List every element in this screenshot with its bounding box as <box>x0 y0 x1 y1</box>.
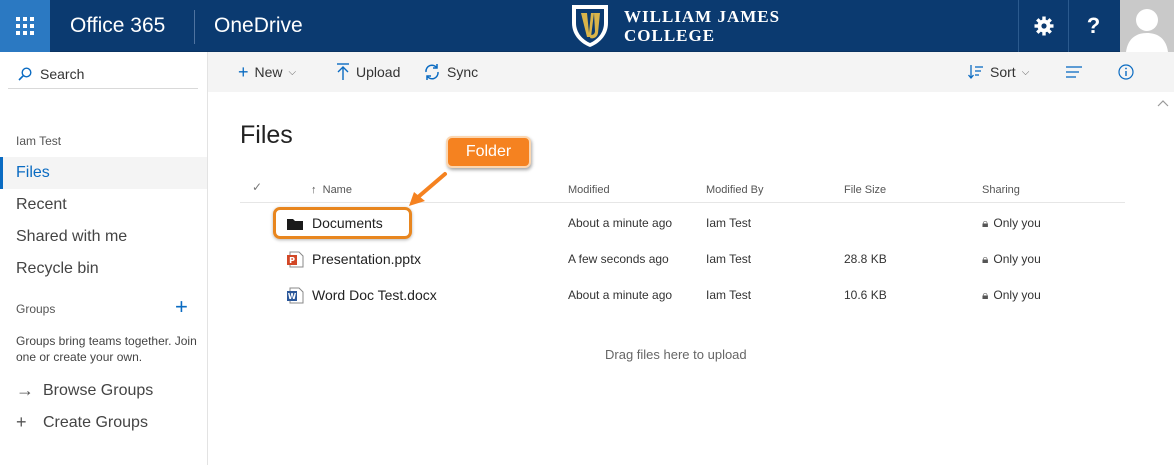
drop-zone-hint: Drag files here to upload <box>605 347 747 362</box>
user-silhouette-icon <box>1126 9 1168 52</box>
column-header-name-label: Name <box>322 184 352 196</box>
modified-by-cell: Iam Test <box>706 216 752 230</box>
sort-icon <box>968 65 983 80</box>
modified-cell: A few seconds ago <box>568 252 669 266</box>
file-size-cell: 28.8 KB <box>844 252 887 266</box>
lock-icon: 🔒︎ <box>982 287 989 302</box>
office-365-link[interactable]: Office 365 <box>70 14 165 38</box>
sharing-label: Only you <box>993 252 1041 266</box>
powerpoint-file-icon: P <box>287 251 304 268</box>
user-name: Iam Test <box>16 134 62 148</box>
lock-icon: 🔒︎ <box>982 251 989 266</box>
divider <box>194 10 195 44</box>
svg-text:W: W <box>288 292 297 301</box>
file-name[interactable]: Word Doc Test.docx <box>312 277 437 313</box>
logo-line-1: WILLIAM JAMES <box>624 7 781 26</box>
help-button[interactable]: ? <box>1068 0 1118 52</box>
search-box[interactable]: Search <box>8 59 198 89</box>
chevron-down-icon: ⌵ <box>288 66 297 78</box>
nav-item-shared-with-me[interactable]: Shared with me <box>0 221 207 253</box>
word-file-icon: W <box>287 287 304 304</box>
add-group-plus-icon[interactable]: + <box>175 296 188 318</box>
vertical-scrollbar[interactable] <box>1152 92 1174 465</box>
sharing-cell[interactable]: 🔒︎ Only you <box>982 277 1041 313</box>
sharing-cell[interactable]: 🔒︎ Only you <box>982 241 1041 277</box>
sort-label: Sort <box>990 64 1016 80</box>
sharing-cell[interactable]: 🔒︎ Only you <box>982 205 1041 241</box>
header-divider <box>240 202 1125 203</box>
shield-logo-icon <box>572 5 608 47</box>
modified-by-cell: Iam Test <box>706 288 752 302</box>
plus-icon: + <box>16 412 27 432</box>
folder-callout: Folder <box>446 136 531 168</box>
svg-text:P: P <box>289 256 295 265</box>
sync-label: Sync <box>447 64 479 80</box>
table-row[interactable]: P Presentation.pptx A few seconds ago Ia… <box>240 241 1125 277</box>
select-all-checkmark-icon[interactable]: ✓ <box>252 180 262 194</box>
nav-item-files[interactable]: Files <box>0 157 207 189</box>
table-row[interactable]: W Word Doc Test.docx About a minute ago … <box>240 277 1125 313</box>
command-bar: + New ⌵ Upload Sync Sort ⌵ <box>208 52 1174 92</box>
left-navigation: Search Iam Test Files Recent Shared with… <box>0 52 208 465</box>
modified-cell: About a minute ago <box>568 288 673 302</box>
file-size-cell: 10.6 KB <box>844 288 887 302</box>
info-pane-button[interactable] <box>1118 52 1134 92</box>
arrow-right-icon: → <box>16 380 34 400</box>
groups-description: Groups bring teams together. Join one or… <box>16 334 197 364</box>
top-bar: Office 365 OneDrive WILLIAM JAMES COLLEG… <box>0 0 1174 52</box>
info-icon <box>1118 64 1134 80</box>
folder-highlight-box <box>273 207 412 239</box>
column-header-modified-by[interactable]: Modified By <box>706 184 763 196</box>
list-view-icon <box>1066 66 1082 78</box>
view-options-button[interactable] <box>1066 52 1082 92</box>
lock-icon: 🔒︎ <box>982 215 989 230</box>
column-header-modified[interactable]: Modified <box>568 184 610 196</box>
settings-button[interactable] <box>1018 0 1068 52</box>
upload-button[interactable]: Upload <box>336 52 400 92</box>
nav-item-recycle-bin[interactable]: Recycle bin <box>0 253 207 285</box>
create-groups-label: Create Groups <box>43 413 148 431</box>
sharing-label: Only you <box>993 216 1041 230</box>
modified-by-cell: Iam Test <box>706 252 752 266</box>
new-button[interactable]: + New ⌵ <box>238 52 296 92</box>
search-label: Search <box>40 65 85 82</box>
logo-line-2: COLLEGE <box>624 26 716 45</box>
search-icon <box>18 66 32 81</box>
chevron-down-icon: ⌵ <box>1021 66 1030 78</box>
modified-cell: About a minute ago <box>568 216 673 230</box>
page-title: Files <box>240 121 293 149</box>
sync-button[interactable]: Sync <box>423 52 478 92</box>
column-header-file-size[interactable]: File Size <box>844 184 886 196</box>
nav-item-recent[interactable]: Recent <box>0 189 207 221</box>
column-header-name[interactable]: ↑ Name <box>311 184 352 196</box>
browse-groups-label: Browse Groups <box>43 381 154 399</box>
sync-icon <box>425 64 439 80</box>
waffle-icon <box>16 17 34 35</box>
sharing-label: Only you <box>993 288 1041 302</box>
new-label: New <box>254 64 283 80</box>
callout-arrow-icon <box>409 172 447 206</box>
column-header-sharing[interactable]: Sharing <box>982 184 1020 196</box>
sort-up-arrow-icon: ↑ <box>311 184 317 196</box>
avatar[interactable] <box>1120 0 1174 52</box>
gear-icon <box>1034 16 1053 36</box>
browse-groups-link[interactable]: → Browse Groups <box>16 380 153 401</box>
onedrive-link[interactable]: OneDrive <box>214 14 303 38</box>
plus-icon: + <box>238 61 249 82</box>
sort-button[interactable]: Sort ⌵ <box>968 52 1029 92</box>
app-launcher-button[interactable] <box>0 0 50 52</box>
file-name[interactable]: Presentation.pptx <box>312 241 421 277</box>
scroll-up-chevron-icon <box>1157 100 1169 107</box>
create-groups-link[interactable]: + Create Groups <box>16 412 148 433</box>
groups-header: Groups <box>16 302 56 316</box>
upload-icon <box>337 63 349 80</box>
upload-label: Upload <box>356 64 401 80</box>
college-logo: WILLIAM JAMES COLLEGE <box>568 3 780 49</box>
